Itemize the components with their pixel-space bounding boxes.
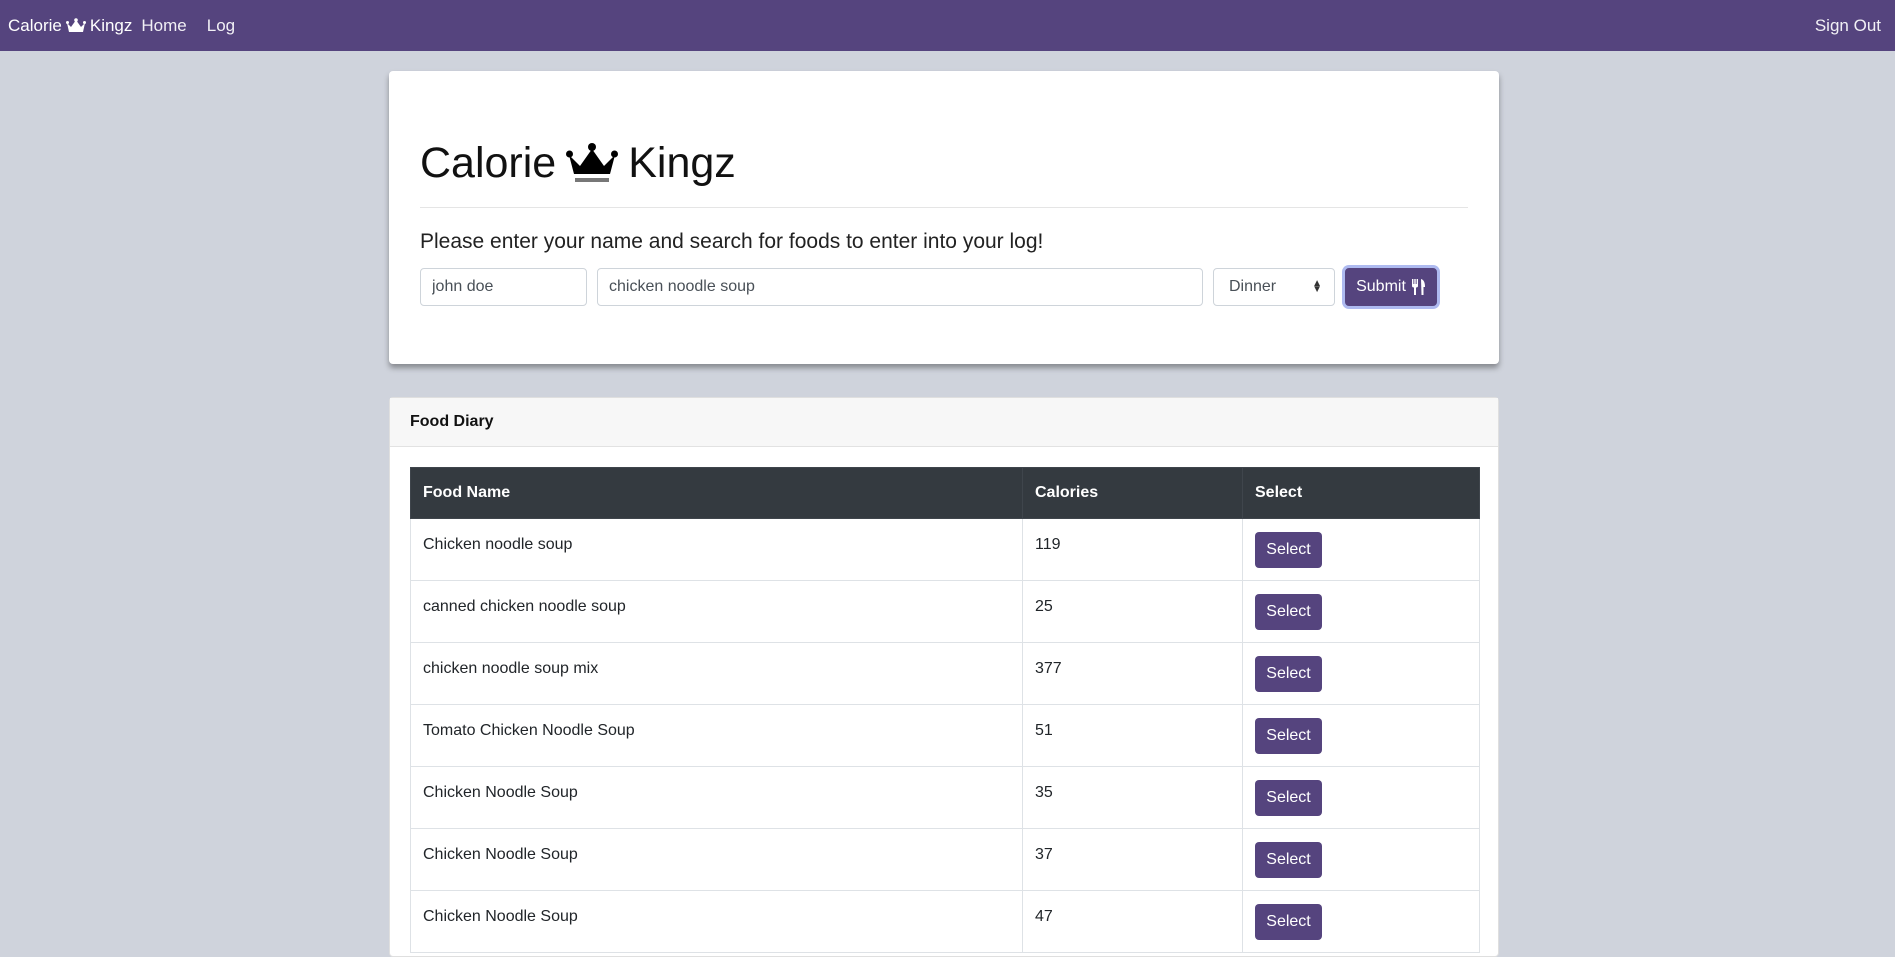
food-name: chicken noodle soup mix <box>423 659 599 677</box>
select-button[interactable]: Select <box>1255 717 1322 754</box>
table-row: Tomato Chicken Noodle Soup 51 Select <box>410 704 1480 767</box>
table-row: Chicken Noodle Soup 47 Select <box>410 890 1480 953</box>
select-cell: Select <box>1242 580 1480 643</box>
instructions-text: Please enter your name and search for fo… <box>420 230 1044 253</box>
calories-value: 37 <box>1035 845 1053 863</box>
food-table: Food Name Calories Select Chicken noodle… <box>410 467 1480 953</box>
select-cell: Select <box>1242 704 1480 767</box>
column-header-calories: Calories <box>1022 467 1243 519</box>
sign-out-link[interactable]: Sign Out <box>1815 16 1881 36</box>
food-search-input[interactable] <box>597 268 1203 306</box>
food-name-cell: Tomato Chicken Noodle Soup <box>410 704 1023 767</box>
calories-cell: 37 <box>1022 828 1243 891</box>
table-body: Chicken noodle soup 119 Select canned ch… <box>410 518 1480 953</box>
card-body: Food Name Calories Select Chicken noodle… <box>390 447 1498 953</box>
food-name-cell: Chicken noodle soup <box>410 518 1023 581</box>
submit-label: Submit <box>1356 278 1406 295</box>
food-name-cell: chicken noodle soup mix <box>410 642 1023 705</box>
table-row: Chicken noodle soup 119 Select <box>410 518 1480 581</box>
select-cell: Select <box>1242 890 1480 953</box>
select-cell: Select <box>1242 828 1480 891</box>
food-name: Chicken Noodle Soup <box>423 907 578 925</box>
navbar-left: Calorie Kingz Home Log <box>8 16 235 36</box>
calories-value: 47 <box>1035 907 1053 925</box>
select-cell: Select <box>1242 518 1480 581</box>
column-header-food-name: Food Name <box>410 467 1023 519</box>
meal-select[interactable]: Dinner ▲ ▼ <box>1213 268 1335 306</box>
brand-link[interactable]: Calorie Kingz <box>8 16 132 36</box>
calories-cell: 47 <box>1022 890 1243 953</box>
select-button[interactable]: Select <box>1255 779 1322 816</box>
calories-cell: 119 <box>1022 518 1243 581</box>
select-button[interactable]: Select <box>1255 841 1322 878</box>
select-button[interactable]: Select <box>1255 903 1322 940</box>
calories-value: 35 <box>1035 783 1053 801</box>
food-name: Chicken noodle soup <box>423 535 573 553</box>
table-row: Chicken Noodle Soup 37 Select <box>410 828 1480 891</box>
calories-value: 25 <box>1035 597 1053 615</box>
select-cell: Select <box>1242 642 1480 705</box>
food-name: Chicken Noodle Soup <box>423 845 578 863</box>
column-header-select: Select <box>1242 467 1480 519</box>
food-diary-card: Food Diary Food Name Calories Select Chi… <box>389 397 1499 957</box>
name-input[interactable] <box>420 268 587 306</box>
table-row: Chicken Noodle Soup 35 Select <box>410 766 1480 829</box>
select-button[interactable]: Select <box>1255 655 1322 692</box>
nav-home[interactable]: Home <box>141 16 186 36</box>
title-right: Kingz <box>628 138 736 187</box>
food-name-cell: canned chicken noodle soup <box>410 580 1023 643</box>
navbar: Calorie Kingz Home Log Sign Out <box>0 0 1895 51</box>
table-row: canned chicken noodle soup 25 Select <box>410 580 1480 643</box>
crown-icon <box>65 17 86 32</box>
food-name: Tomato Chicken Noodle Soup <box>423 721 635 739</box>
page-title: Calorie Kingz <box>420 138 1468 188</box>
table-row: chicken noodle soup mix 377 Select <box>410 642 1480 705</box>
crown-icon <box>566 143 619 182</box>
food-name-cell: Chicken Noodle Soup <box>410 828 1023 891</box>
calories-value: 119 <box>1035 535 1061 553</box>
select-button[interactable]: Select <box>1255 531 1322 568</box>
brand-text-right: Kingz <box>89 15 133 35</box>
food-name: canned chicken noodle soup <box>423 597 626 615</box>
calories-cell: 25 <box>1022 580 1243 643</box>
calories-cell: 35 <box>1022 766 1243 829</box>
select-cell: Select <box>1242 766 1480 829</box>
card-header: Food Diary <box>390 398 1498 447</box>
nav-log[interactable]: Log <box>207 16 235 36</box>
brand-text-left: Calorie <box>8 15 62 35</box>
food-name: Chicken Noodle Soup <box>423 783 578 801</box>
calories-cell: 377 <box>1022 642 1243 705</box>
hero-panel: Calorie Kingz Please enter your name and… <box>389 71 1499 364</box>
food-name-cell: Chicken Noodle Soup <box>410 766 1023 829</box>
food-name-cell: Chicken Noodle Soup <box>410 890 1023 953</box>
table-head: Food Name Calories Select <box>410 467 1480 519</box>
meal-select-value: Dinner <box>1229 278 1277 295</box>
select-caret-icon: ▲ ▼ <box>1312 278 1322 295</box>
title-left: Calorie <box>420 138 557 187</box>
search-form: Dinner ▲▼ Submit <box>420 268 1468 306</box>
divider <box>420 207 1468 208</box>
calories-cell: 51 <box>1022 704 1243 767</box>
utensils-icon <box>1411 279 1425 295</box>
calories-value: 377 <box>1035 659 1062 677</box>
table-header-row: Food Name Calories Select <box>410 467 1480 519</box>
calories-value: 51 <box>1035 721 1053 739</box>
select-button[interactable]: Select <box>1255 593 1322 630</box>
submit-button[interactable]: Submit <box>1345 268 1437 306</box>
